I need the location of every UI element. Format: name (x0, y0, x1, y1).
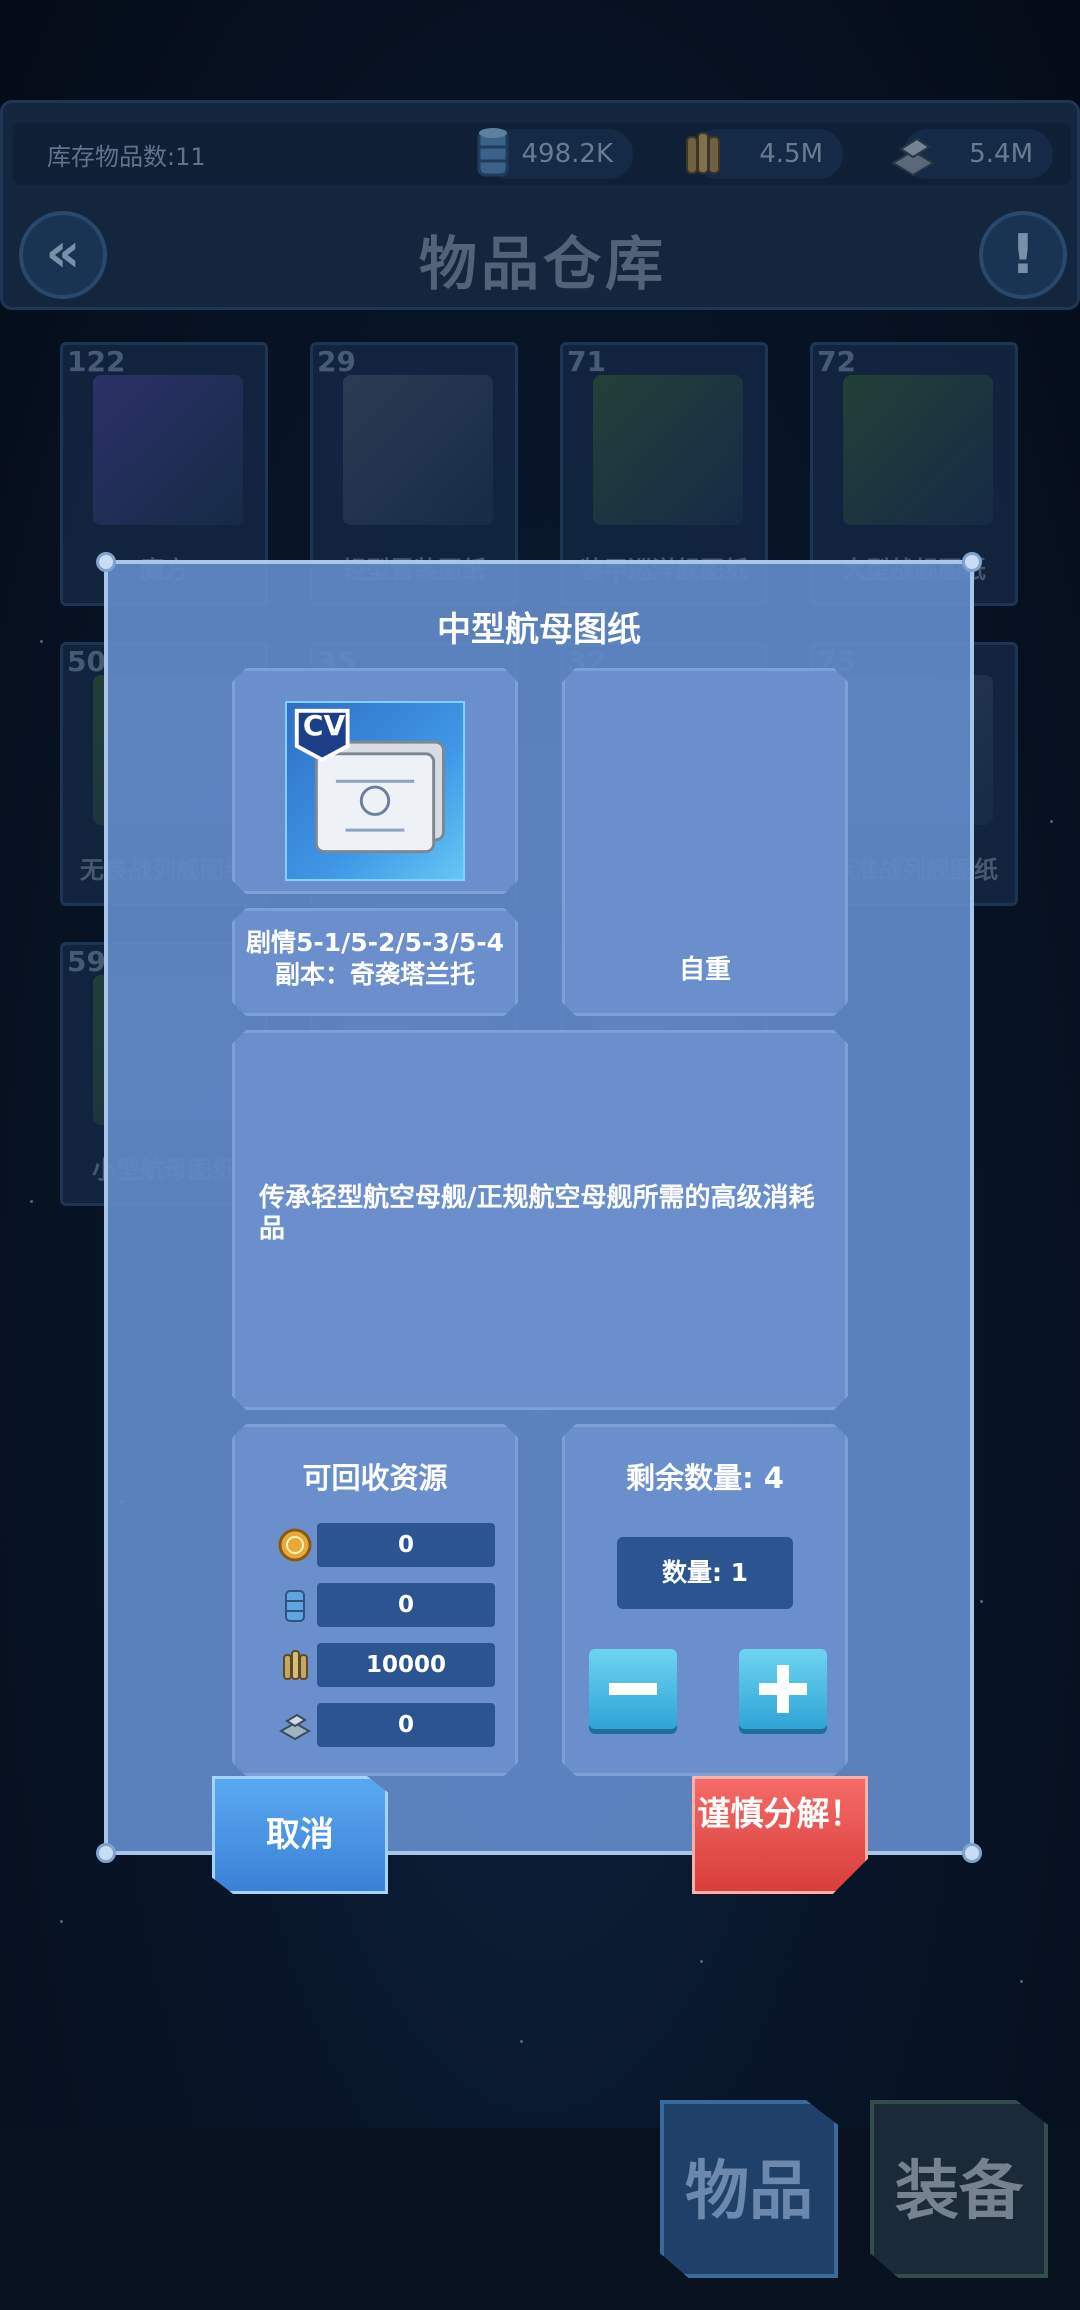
item-description: 传承轻型航空母舰/正规航空母舰所需的高级消耗品 (259, 1183, 815, 1244)
minus-icon (609, 1683, 657, 1695)
quantity-display: 数量: 1 (617, 1537, 793, 1609)
dismantle-button[interactable]: 谨慎分解！ (692, 1776, 868, 1894)
item-detail-dialog: 中型航母图纸 CV 剧情5-1/5-2/5-3/5-4 副本：奇袭塔兰托 自重 … (96, 552, 982, 1863)
item-title: 中型航母图纸 (437, 610, 641, 650)
recycle-row-steel: 0 (275, 1703, 500, 1747)
item-image: CV (285, 701, 465, 881)
ammo-shells-icon (275, 1645, 315, 1685)
item-source-panel: 剧情5-1/5-2/5-3/5-4 副本：奇袭塔兰托 (232, 908, 518, 1016)
frame-corner (96, 1843, 116, 1863)
item-badge: CV (302, 709, 346, 742)
oil-barrel-icon (275, 1585, 315, 1625)
tab-equipment[interactable]: 装备 (870, 2100, 1048, 2278)
recycle-row-coin: 0 (275, 1523, 500, 1567)
source-stage: 剧情5-1/5-2/5-3/5-4 (245, 928, 505, 957)
remaining-count: 剩余数量: 4 (626, 1461, 784, 1495)
cancel-button[interactable]: 取消 (212, 1776, 388, 1894)
recycle-ammo-value: 10000 (317, 1643, 495, 1687)
recycle-row-ammo: 10000 (275, 1643, 500, 1687)
item-source: 剧情5-1/5-2/5-3/5-4 副本：奇袭塔兰托 (235, 927, 515, 991)
increase-button[interactable] (739, 1649, 827, 1729)
item-image-panel: CV (232, 668, 518, 894)
frame-corner (96, 552, 116, 572)
plus-icon-vertical (777, 1665, 789, 1713)
frame-corner (962, 1843, 982, 1863)
recycle-oil-value: 0 (317, 1583, 495, 1627)
source-dungeon: 副本：奇袭塔兰托 (274, 960, 475, 989)
frame-corner (962, 552, 982, 572)
quantity-panel: 剩余数量: 4 数量: 1 (562, 1424, 848, 1776)
decrease-button[interactable] (589, 1649, 677, 1729)
item-weight-panel: 自重 (562, 668, 848, 1016)
recyclable-title: 可回收资源 (302, 1461, 448, 1495)
steel-icon (275, 1705, 315, 1745)
self-weight-label: 自重 (678, 955, 731, 985)
recycle-row-oil: 0 (275, 1583, 500, 1627)
coin-icon (275, 1525, 315, 1565)
recycle-steel-value: 0 (317, 1703, 495, 1747)
tab-items[interactable]: 物品 (660, 2100, 838, 2278)
item-description-panel: 传承轻型航空母舰/正规航空母舰所需的高级消耗品 (232, 1030, 848, 1410)
recyclable-resources-panel: 可回收资源 0 0 10000 0 (232, 1424, 518, 1776)
recycle-coin-value: 0 (317, 1523, 495, 1567)
